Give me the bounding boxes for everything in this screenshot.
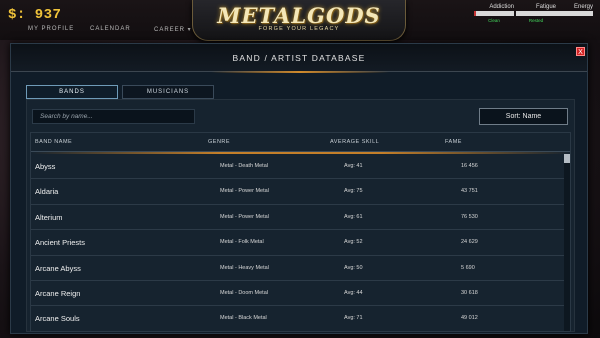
stat-energy: Energy [553, 4, 593, 16]
band-skill: Avg: 52 [344, 239, 363, 246]
logo-plate: METALGODS FORGE YOUR LEGACY [192, 0, 406, 41]
stat-bar [516, 11, 556, 16]
band-genre: Metal - Death Metal [220, 163, 268, 169]
table-row[interactable]: Arcane Abyss Metal - Heavy Metal Avg: 50… [31, 256, 566, 281]
band-skill: Avg: 75 [344, 188, 363, 195]
main-nav: MY PROFILE CALENDAR CAREER ▾ [28, 26, 192, 33]
modal-header: BAND / ARTIST DATABASE X [11, 44, 587, 72]
table-row[interactable]: Ancient Priests Metal - Folk Metal Avg: … [31, 230, 566, 256]
band-skill: Avg: 61 [344, 213, 363, 220]
stat-bar-fill [474, 11, 476, 16]
band-skill: Avg: 71 [344, 315, 363, 322]
band-genre: Metal - Power Metal [220, 213, 269, 220]
stat-bar [553, 11, 593, 16]
band-fame: 30 618 [461, 289, 478, 296]
money-display: $: 937 [8, 7, 62, 23]
game-logo: METALGODS [217, 3, 381, 28]
sort-button[interactable]: Sort: Name [479, 108, 568, 125]
band-name: Alterium [35, 212, 63, 222]
nav-calendar[interactable]: CALENDAR [90, 26, 154, 33]
band-skill: Avg: 44 [344, 289, 363, 296]
band-name: Arcane Souls [35, 314, 80, 324]
band-fame: 16 456 [461, 163, 478, 169]
band-database-modal: BAND / ARTIST DATABASE X BANDS MUSICIANS… [10, 43, 588, 334]
table-row[interactable]: Aldaria Metal - Power Metal Avg: 75 43 7… [31, 179, 566, 205]
table-row[interactable]: Alterium Metal - Power Metal Avg: 61 76 … [31, 205, 566, 231]
band-genre: Metal - Heavy Metal [220, 264, 269, 271]
band-name: Arcane Reign [35, 288, 81, 298]
band-fame: 49 012 [461, 315, 478, 322]
band-table: BAND NAME GENRE AVERAGE SKILL FAME Abyss… [30, 132, 571, 332]
logo-tagline: FORGE YOUR LEGACY [258, 26, 340, 32]
stat-status: Rested [528, 18, 544, 23]
band-name: Abyss [35, 162, 56, 171]
table-row[interactable]: Abyss Metal - Death Metal Avg: 41 16 456 [31, 154, 566, 180]
band-name: Aldaria [35, 187, 59, 197]
band-fame: 43 751 [461, 188, 478, 195]
table-scrollbar[interactable] [564, 154, 570, 331]
scroll-thumb[interactable] [564, 154, 570, 163]
stat-status: Clean [488, 18, 500, 23]
nav-career[interactable]: CAREER ▾ [154, 26, 192, 33]
column-fame[interactable]: FAME [445, 139, 462, 145]
band-genre: Metal - Power Metal [220, 188, 269, 195]
table-header: BAND NAME GENRE AVERAGE SKILL FAME [31, 133, 570, 152]
table-row[interactable]: Arcane Souls Metal - Black Metal Avg: 71… [31, 306, 566, 331]
search-input[interactable]: Search by name... [32, 109, 195, 124]
modal-title: BAND / ARTIST DATABASE [232, 53, 366, 63]
stat-bar [474, 11, 514, 16]
band-fame: 24 629 [461, 239, 478, 246]
nav-my-profile[interactable]: MY PROFILE [28, 26, 90, 33]
band-genre: Metal - Doom Metal [220, 289, 268, 296]
stat-addiction: Addiction Clean [474, 4, 514, 23]
tab-bands[interactable]: BANDS [26, 85, 118, 99]
band-skill: Avg: 50 [344, 264, 363, 271]
band-genre: Metal - Black Metal [220, 315, 267, 322]
band-fame: 76 530 [461, 213, 478, 220]
tab-bar: BANDS MUSICIANS [26, 85, 214, 99]
stat-label: Energy [573, 4, 593, 10]
band-genre: Metal - Folk Metal [220, 239, 264, 246]
band-name: Ancient Priests [35, 238, 86, 248]
close-button[interactable]: X [576, 47, 585, 56]
column-genre[interactable]: GENRE [208, 139, 230, 145]
tab-musicians[interactable]: MUSICIANS [122, 85, 214, 99]
table-row[interactable]: Arcane Reign Metal - Doom Metal Avg: 44 … [31, 281, 566, 307]
stat-label: Addiction [489, 4, 514, 10]
column-average-skill[interactable]: AVERAGE SKILL [330, 139, 379, 145]
top-bar: $: 937 MY PROFILE CALENDAR CAREER ▾ META… [0, 0, 600, 41]
band-fame: 5 690 [461, 264, 475, 271]
stat-label: Fatigue [535, 4, 556, 10]
table-body: Abyss Metal - Death Metal Avg: 41 16 456… [31, 154, 566, 331]
band-skill: Avg: 41 [344, 163, 363, 169]
stat-fatigue: Fatigue Rested [516, 4, 556, 23]
column-band-name[interactable]: BAND NAME [35, 139, 72, 145]
header-divider [211, 71, 389, 73]
content-panel: Search by name... Sort: Name BAND NAME G… [26, 99, 575, 332]
band-name: Arcane Abyss [35, 263, 81, 273]
